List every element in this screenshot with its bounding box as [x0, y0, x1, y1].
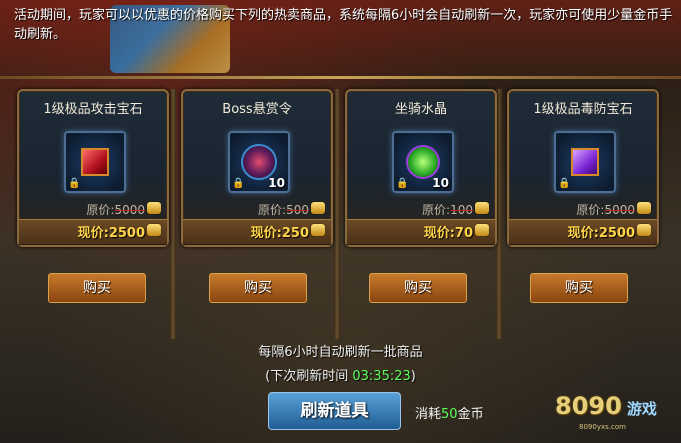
- buy-button[interactable]: 购买: [48, 273, 146, 303]
- buy-button[interactable]: 购买: [369, 273, 467, 303]
- gold-coin-icon: [147, 202, 161, 214]
- shop-item-card: 1级极品毒防宝石 🔒 原价:5000 现价:2500: [507, 89, 659, 247]
- red-gem-icon: [81, 148, 109, 176]
- buy-button[interactable]: 购买: [530, 273, 628, 303]
- gold-coin-icon: [311, 202, 325, 214]
- lock-icon: 🔒: [558, 178, 571, 189]
- item-name: 1级极品毒防宝石: [533, 102, 633, 117]
- item-count: 10: [432, 176, 449, 190]
- original-price: 原价:500: [258, 201, 309, 218]
- item-slot[interactable]: 🔒 10: [228, 131, 290, 193]
- purple-gem-icon: [571, 148, 599, 176]
- logo-sub-text: 游戏: [626, 400, 657, 418]
- current-price-value: 2500: [108, 226, 145, 241]
- gold-coin-icon: [475, 224, 489, 236]
- current-price-label: 现价:: [423, 226, 455, 241]
- refresh-items-button[interactable]: 刷新道具: [268, 392, 401, 430]
- current-price-value: 2500: [598, 226, 635, 241]
- buy-button[interactable]: 购买: [209, 273, 307, 303]
- site-logo: 8090 游戏 8090yxs.com: [555, 392, 675, 432]
- current-price: 现价:250: [251, 222, 309, 241]
- shop-item-card: 1级极品攻击宝石 🔒 原价:5000 现价:2500: [17, 89, 169, 247]
- original-price-value: 100: [450, 203, 473, 217]
- refresh-info: 每隔6小时自动刷新一批商品: [258, 345, 423, 360]
- item-slot[interactable]: 🔒: [554, 131, 616, 193]
- refresh-cost: 消耗50金币: [415, 403, 484, 422]
- current-price-label: 现价:: [567, 226, 599, 241]
- item-slot[interactable]: 🔒 10: [392, 131, 454, 193]
- item-count: 10: [268, 176, 285, 190]
- countdown-timer: 03:35:23: [352, 369, 411, 384]
- next-refresh-time: (下次刷新时间 03:35:23): [0, 365, 681, 384]
- gold-coin-icon: [475, 202, 489, 214]
- current-price: 现价:70: [424, 222, 473, 241]
- cost-unit: 金币: [457, 407, 484, 422]
- event-notice: 活动期间，玩家可以以优惠的价格购买下列的热卖商品，系统每隔6小时会自动刷新一次，…: [14, 8, 673, 42]
- banner-divider: [0, 76, 681, 79]
- item-name: Boss悬赏令: [222, 102, 292, 117]
- item-name: 1级极品攻击宝石: [43, 102, 143, 117]
- original-price-label: 原价:: [422, 203, 451, 217]
- gold-coin-icon: [637, 224, 651, 236]
- lock-icon: 🔒: [68, 178, 81, 189]
- current-price: 现价:2500: [78, 222, 145, 241]
- original-price-value: 5000: [114, 203, 145, 217]
- original-price-label: 原价:: [86, 203, 115, 217]
- mount-crystal-icon: [406, 145, 440, 179]
- original-price: 原价:5000: [86, 201, 145, 218]
- shop-item-card: 坐骑水晶 🔒 10 原价:100 现价:70: [345, 89, 497, 247]
- original-price: 原价:5000: [576, 201, 635, 218]
- next-refresh-label: (下次刷新时间: [265, 369, 349, 384]
- shop-item-card: Boss悬赏令 🔒 10 原价:500 现价:250: [181, 89, 333, 247]
- cost-label: 消耗: [415, 407, 442, 422]
- current-price-label: 现价:: [250, 226, 282, 241]
- lock-icon: 🔒: [232, 178, 245, 189]
- current-price-value: 250: [281, 226, 309, 241]
- next-refresh-close: ): [410, 369, 416, 384]
- lock-icon: 🔒: [396, 178, 409, 189]
- pillar-divider: [334, 89, 340, 339]
- original-price-label: 原价:: [258, 203, 287, 217]
- boss-token-icon: [241, 144, 277, 180]
- original-price: 原价:100: [422, 201, 473, 218]
- current-price: 现价:2500: [568, 222, 635, 241]
- gold-coin-icon: [147, 224, 161, 236]
- gold-coin-icon: [637, 202, 651, 214]
- original-price-label: 原价:: [576, 203, 605, 217]
- gold-coin-icon: [311, 224, 325, 236]
- logo-url-text: 8090yxs.com: [579, 423, 626, 431]
- item-name: 坐骑水晶: [394, 102, 447, 117]
- item-slot[interactable]: 🔒: [64, 131, 126, 193]
- original-price-value: 500: [286, 203, 309, 217]
- pillar-divider: [170, 89, 176, 339]
- current-price-value: 70: [454, 226, 473, 241]
- current-price-label: 现价:: [77, 226, 109, 241]
- cost-amount: 50: [441, 407, 458, 422]
- logo-main-text: 8090: [555, 392, 622, 420]
- original-price-value: 5000: [604, 203, 635, 217]
